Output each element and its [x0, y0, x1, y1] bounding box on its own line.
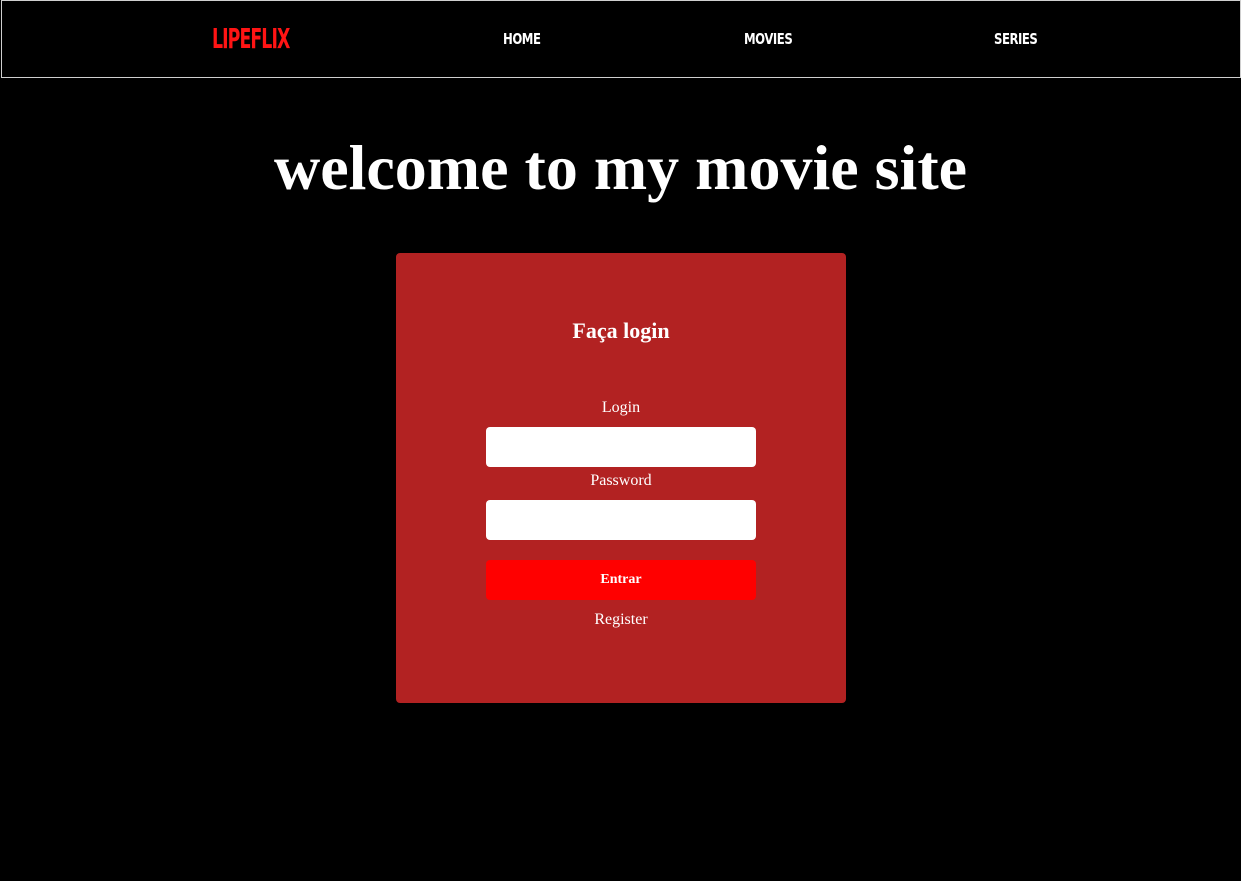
site-logo[interactable]: LIPEFLIX [212, 22, 290, 56]
page-title: welcome to my movie site [273, 132, 968, 203]
login-input[interactable] [486, 427, 756, 467]
login-submit-button[interactable]: Entrar [486, 560, 756, 600]
login-field-label: Login [601, 399, 641, 416]
password-field-label: Password [590, 472, 652, 489]
register-link[interactable]: Register [396, 610, 846, 630]
password-input[interactable] [486, 500, 756, 540]
nav-link-series[interactable]: SERIES [994, 29, 1038, 49]
nav-link-movies[interactable]: MOVIES [744, 29, 793, 49]
nav-link-home[interactable]: HOME [503, 29, 541, 49]
top-navigation-bar: LIPEFLIX HOME MOVIES SERIES [1, 0, 1241, 78]
login-card: Faça login Login Password Entrar Registe… [396, 253, 846, 703]
login-card-title: Faça login [572, 318, 670, 343]
